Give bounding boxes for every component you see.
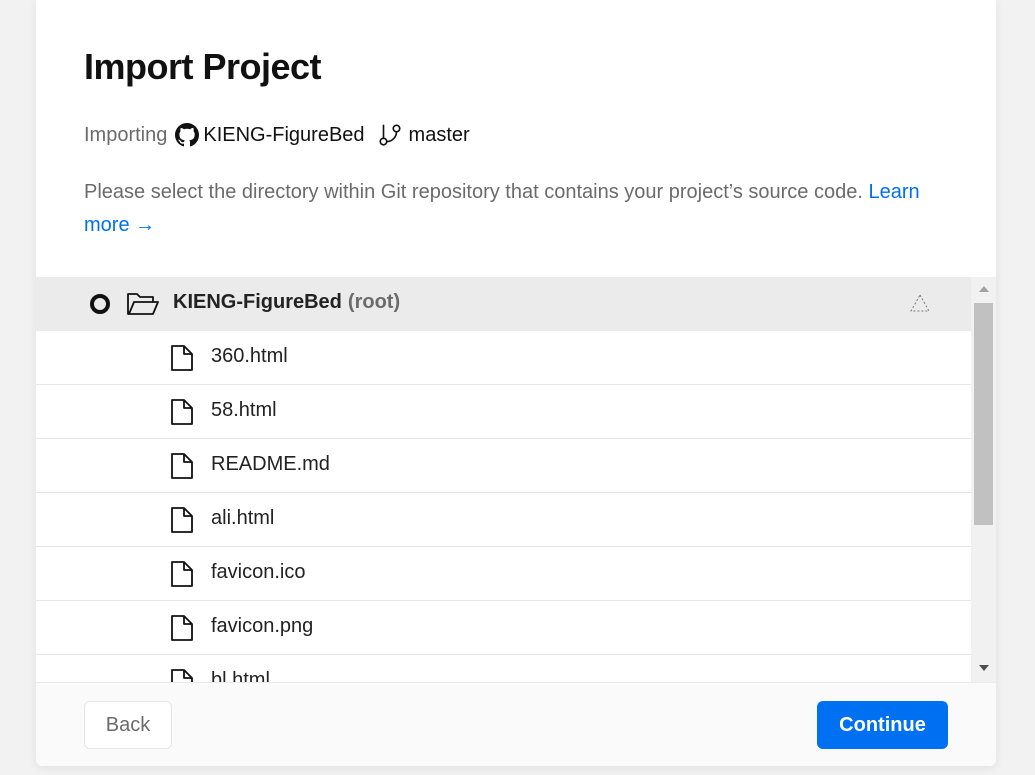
file-row[interactable]: 360.html (36, 331, 971, 385)
description-text: Please select the directory within Git r… (84, 181, 863, 203)
back-button[interactable]: Back (84, 701, 172, 749)
scroll-down-arrow-icon[interactable] (979, 665, 989, 671)
scrollbar[interactable] (971, 277, 996, 682)
git-branch-icon (377, 122, 403, 148)
file-name: bl.html (211, 669, 270, 682)
continue-button[interactable]: Continue (817, 701, 948, 749)
file-name: 58.html (211, 399, 277, 421)
file-row[interactable]: favicon.png (36, 601, 971, 655)
scroll-up-arrow-icon[interactable] (979, 286, 989, 292)
file-row[interactable]: favicon.ico (36, 547, 971, 601)
file-name: ali.html (211, 507, 275, 529)
root-radio-button[interactable] (90, 294, 110, 314)
file-name: 360.html (211, 345, 288, 367)
root-suffix: (root) (347, 291, 401, 313)
branch-name: master (408, 123, 470, 146)
root-directory-label: KIENG-FigureBed (root) (173, 291, 400, 314)
importing-info: Importing KIENG-FigureBed master (84, 121, 470, 149)
file-icon (169, 452, 195, 485)
scrollbar-thumb[interactable] (974, 303, 993, 525)
file-name: README.md (211, 453, 330, 475)
description: Please select the directory within Git r… (84, 176, 944, 242)
github-icon (175, 123, 200, 147)
file-list: 360.html 58.html README.md ali.html favicon.… (36, 331, 971, 682)
repo-name: KIENG-FigureBed (203, 123, 365, 146)
importing-label: Importing (84, 123, 168, 146)
file-icon (169, 668, 195, 682)
file-icon (169, 614, 195, 647)
file-name: favicon.ico (211, 561, 306, 583)
folder-open-icon (126, 292, 160, 321)
root-directory-row[interactable]: KIENG-FigureBed (root) (36, 277, 971, 331)
page-title: Import Project (84, 46, 322, 87)
file-icon (169, 506, 195, 539)
file-row[interactable]: bl.html (36, 655, 971, 682)
file-row[interactable]: README.md (36, 439, 971, 493)
modal-footer: Back Continue (36, 682, 996, 766)
file-icon (169, 344, 195, 377)
file-icon (169, 560, 195, 593)
file-icon (169, 398, 195, 431)
root-directory-name: KIENG-FigureBed (173, 291, 342, 313)
import-project-modal: Import Project Importing KIENG-FigureBed… (36, 0, 996, 766)
file-row[interactable]: ali.html (36, 493, 971, 547)
vercel-triangle-icon (909, 293, 931, 318)
file-row[interactable]: 58.html (36, 385, 971, 439)
file-name: favicon.png (211, 615, 314, 637)
directory-tree: KIENG-FigureBed (root) 360.html 58.html REA… (36, 277, 971, 682)
